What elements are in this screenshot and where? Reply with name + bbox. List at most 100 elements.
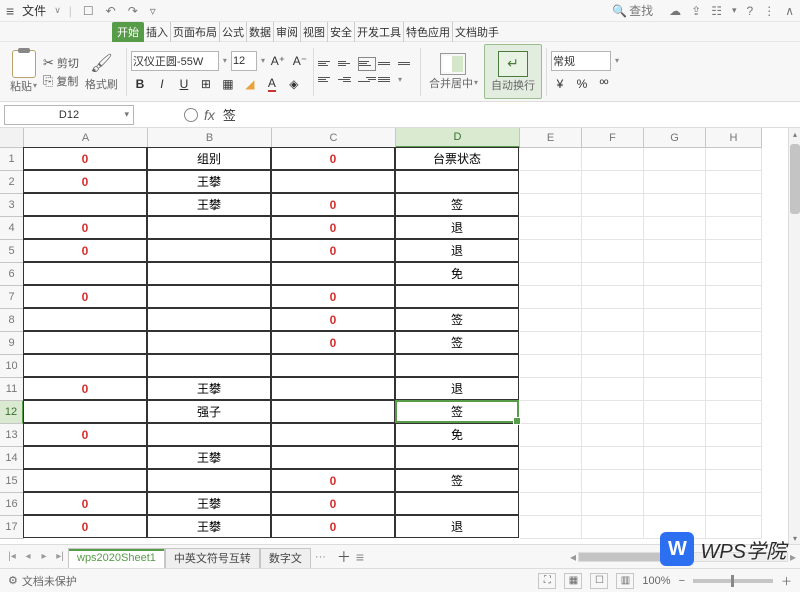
cell-C17[interactable]: 0 [271,515,395,538]
lens-icon[interactable] [184,108,198,122]
cell-D9[interactable]: 签 [395,331,519,354]
cell-B5[interactable] [147,239,271,262]
number-format-select[interactable] [551,51,611,71]
cell-G10[interactable] [644,355,706,378]
cell-F3[interactable] [582,194,644,217]
column-header[interactable]: F [582,128,644,148]
cell-D1[interactable]: 台票状态 [395,147,519,170]
cell-F1[interactable] [582,148,644,171]
cell-G14[interactable] [644,447,706,470]
cell-C10[interactable] [271,354,395,377]
cell-D10[interactable] [395,354,519,377]
cell-F5[interactable] [582,240,644,263]
cell-C3[interactable]: 0 [271,193,395,216]
menu-文档助手[interactable]: 文档助手 [453,22,501,42]
cell-E6[interactable] [520,263,582,286]
row-header[interactable]: 17 [0,516,24,539]
cell-A11[interactable]: 0 [23,377,147,400]
cell-B10[interactable] [147,354,271,377]
chevron-down-icon[interactable]: ▾ [732,5,737,16]
cell-E8[interactable] [520,309,582,332]
app-menu-icon[interactable]: ≡ [6,3,14,19]
row-header[interactable]: 9 [0,332,24,355]
undo-icon[interactable]: ↶ [103,4,119,18]
cell-A8[interactable] [23,308,147,331]
scroll-right-icon[interactable]: ▸ [790,550,796,564]
menu-特色应用[interactable]: 特色应用 [404,22,453,42]
cell-E12[interactable] [520,401,582,424]
cell-A16[interactable]: 0 [23,492,147,515]
search-label[interactable]: 查找 [629,2,653,19]
cell-C13[interactable] [271,423,395,446]
search-icon[interactable]: 🔍 [612,4,627,18]
cell-F7[interactable] [582,286,644,309]
cell-A17[interactable]: 0 [23,515,147,538]
cell-C15[interactable]: 0 [271,469,395,492]
cell-G1[interactable] [644,148,706,171]
increase-font-icon[interactable]: A⁺ [269,52,287,70]
chevron-down-icon[interactable]: ▾ [398,75,402,84]
cell-D11[interactable]: 退 [395,377,519,400]
cell-G2[interactable] [644,171,706,194]
cell-H1[interactable] [706,148,762,171]
align-middle-button[interactable] [338,57,356,71]
merge-icon[interactable] [440,53,466,75]
chevron-down-icon[interactable]: ▾ [223,56,227,65]
paste-icon[interactable] [12,50,36,78]
column-header[interactable]: A [24,128,148,148]
cell-C9[interactable]: 0 [271,331,395,354]
save-icon[interactable]: ☐ [80,4,97,18]
cell-B15[interactable] [147,469,271,492]
zoom-value[interactable]: 100% [642,575,670,587]
help-icon[interactable]: ? [747,4,754,18]
cell-C5[interactable]: 0 [271,239,395,262]
cell-A5[interactable]: 0 [23,239,147,262]
share-icon[interactable]: ⇪ [691,4,701,18]
cell-B14[interactable]: 王攀 [147,446,271,469]
row-header[interactable]: 6 [0,263,24,286]
cell-A9[interactable] [23,331,147,354]
cell-style-button[interactable]: ▦ [219,75,237,93]
align-left-button[interactable] [318,73,336,87]
cell-H14[interactable] [706,447,762,470]
cell-F8[interactable] [582,309,644,332]
align-top-button[interactable] [318,57,336,71]
fx-label[interactable]: fx [204,107,215,123]
scroll-down-icon[interactable]: ▾ [789,532,800,544]
cell-H12[interactable] [706,401,762,424]
sheet-tab[interactable]: wps2020Sheet1 [68,548,165,568]
cell-E5[interactable] [520,240,582,263]
cell-B3[interactable]: 王攀 [147,193,271,216]
align-right-button[interactable] [358,73,376,87]
menu-开始[interactable]: 开始 [112,22,144,42]
redo-icon[interactable]: ↷ [125,4,141,18]
more-icon[interactable]: ⋮ [763,4,775,18]
row-header[interactable]: 12 [0,401,24,424]
cell-D16[interactable] [395,492,519,515]
cell-E2[interactable] [520,171,582,194]
borders-button[interactable]: ⊞ [197,75,215,93]
cell-C6[interactable] [271,262,395,285]
cell-E10[interactable] [520,355,582,378]
cell-F4[interactable] [582,217,644,240]
cell-E3[interactable] [520,194,582,217]
cell-G4[interactable] [644,217,706,240]
cell-B11[interactable]: 王攀 [147,377,271,400]
cell-F9[interactable] [582,332,644,355]
cell-E7[interactable] [520,286,582,309]
cell-A14[interactable] [23,446,147,469]
cell-H3[interactable] [706,194,762,217]
row-header[interactable]: 1 [0,148,24,171]
cell-H5[interactable] [706,240,762,263]
chevron-down-icon[interactable]: ▾ [615,56,619,65]
cell-B9[interactable] [147,331,271,354]
clear-format-button[interactable]: ◈ [285,75,303,93]
cell-A4[interactable]: 0 [23,216,147,239]
cell-H15[interactable] [706,470,762,493]
cell-B1[interactable]: 组别 [147,147,271,170]
cell-G5[interactable] [644,240,706,263]
view-normal-icon[interactable]: ▦ [564,573,582,589]
menu-开发工具[interactable]: 开发工具 [355,22,404,42]
sheet-tab[interactable]: 数字文 [260,548,311,568]
zoom-out-icon[interactable]: − [679,575,685,587]
